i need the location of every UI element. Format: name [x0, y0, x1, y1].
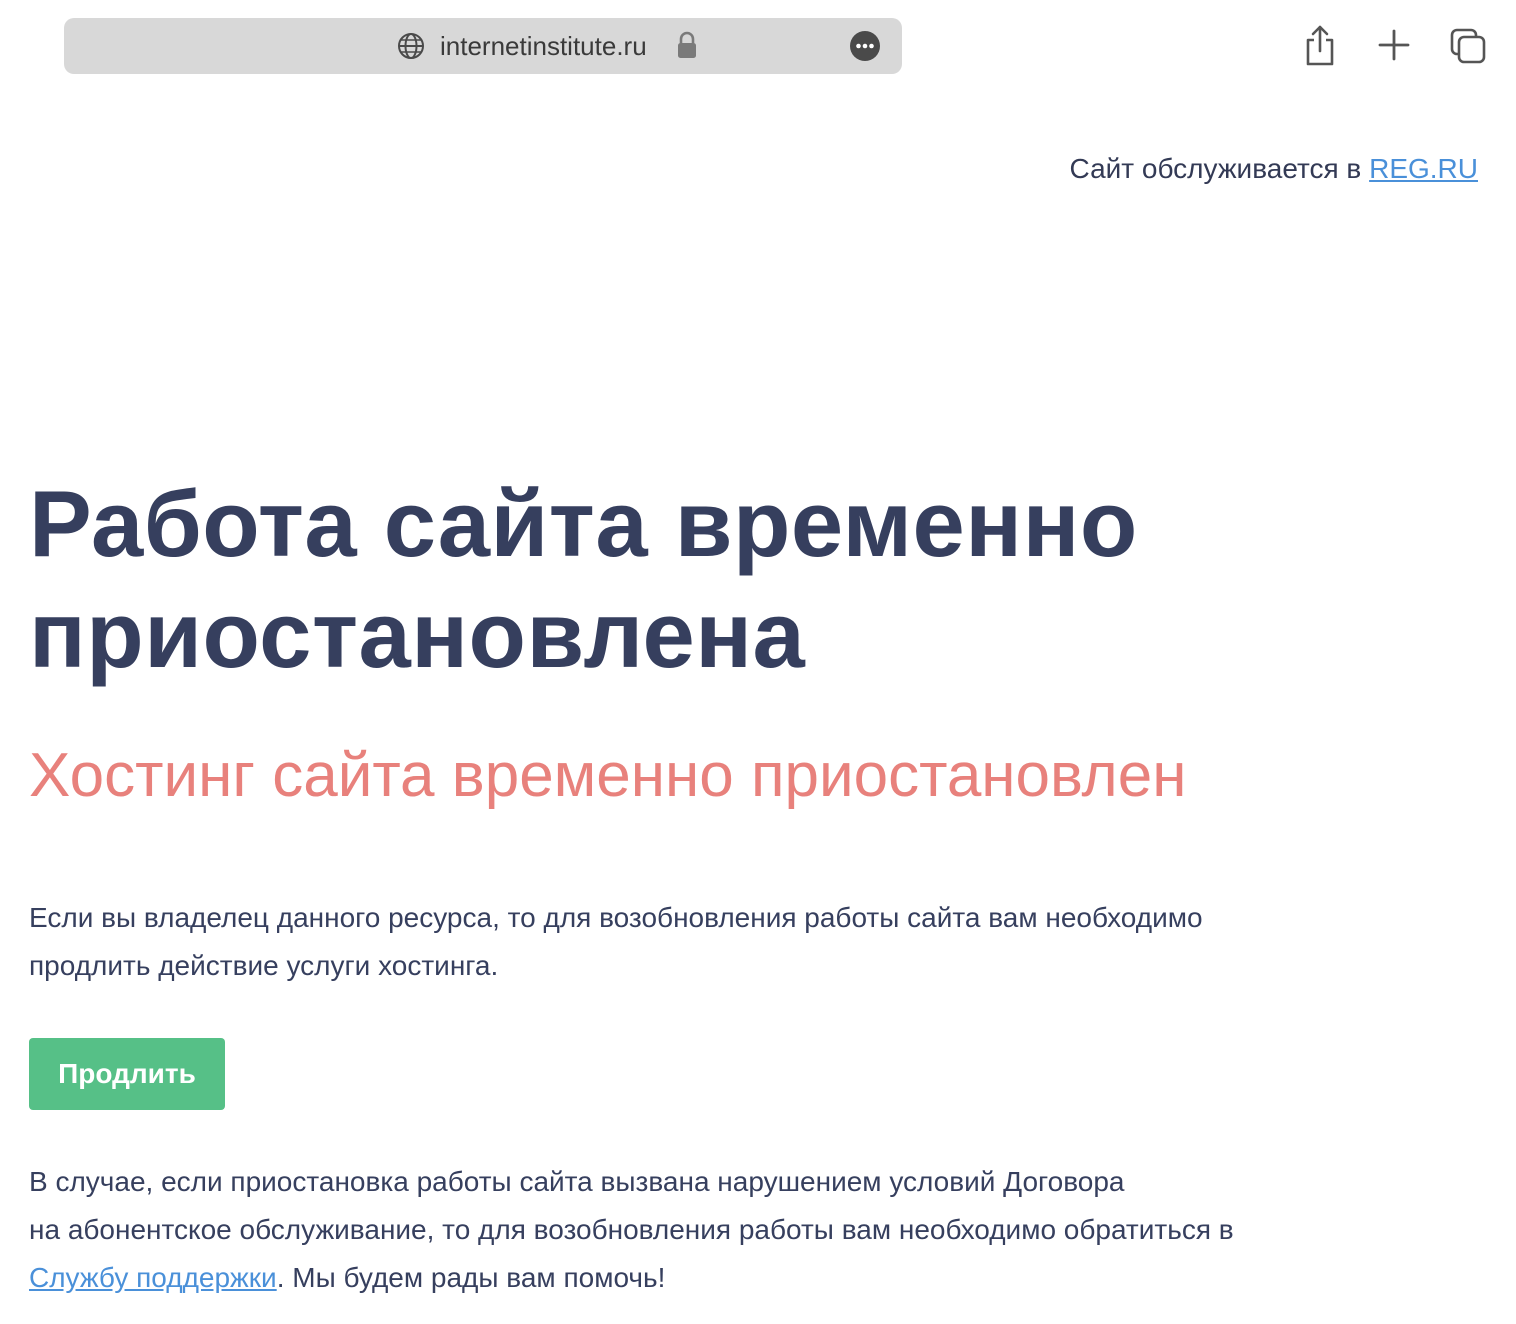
- served-by-text: Сайт обслуживается в: [1069, 153, 1370, 184]
- violation-line2: на абонентское обслуживание, то для возо…: [29, 1214, 1234, 1245]
- owner-instructions: Если вы владелец данного ресурса, то для…: [29, 894, 1329, 990]
- url-text: internetinstitute.ru: [440, 31, 647, 61]
- page-subtitle: Хостинг сайта временно приостановлен: [29, 741, 1187, 810]
- address-bar[interactable]: internetinstitute.ru: [64, 18, 902, 74]
- lock-icon: [678, 31, 696, 58]
- reg-ru-link[interactable]: REG.RU: [1369, 153, 1478, 184]
- page-title-line1: Работа сайта временно: [29, 471, 1138, 576]
- violation-line1: В случае, если приостановка работы сайта…: [29, 1166, 1125, 1197]
- more-options-icon[interactable]: [849, 30, 881, 62]
- hosting-provider-note: Сайт обслуживается в REG.RU: [1070, 152, 1478, 186]
- renew-button[interactable]: Продлить: [29, 1038, 225, 1110]
- support-link[interactable]: Службу поддержки: [29, 1262, 277, 1293]
- violation-tail: . Мы будем рады вам помочь!: [276, 1262, 666, 1293]
- tabs-icon[interactable]: [1448, 24, 1488, 66]
- globe-icon: [398, 33, 424, 59]
- share-icon[interactable]: [1300, 24, 1340, 66]
- page-title: Работа сайта временно приостановлена: [29, 468, 1329, 690]
- violation-instructions: В случае, если приостановка работы сайта…: [29, 1158, 1359, 1302]
- browser-toolbar: internetinstitute.ru: [0, 0, 1516, 92]
- page-title-line2: приостановлена: [29, 582, 806, 687]
- owner-instructions-line1: Если вы владелец данного ресурса, то для…: [29, 902, 1203, 933]
- plus-icon[interactable]: [1374, 24, 1414, 66]
- owner-instructions-line2: продлить действие услуги хостинга.: [29, 950, 499, 981]
